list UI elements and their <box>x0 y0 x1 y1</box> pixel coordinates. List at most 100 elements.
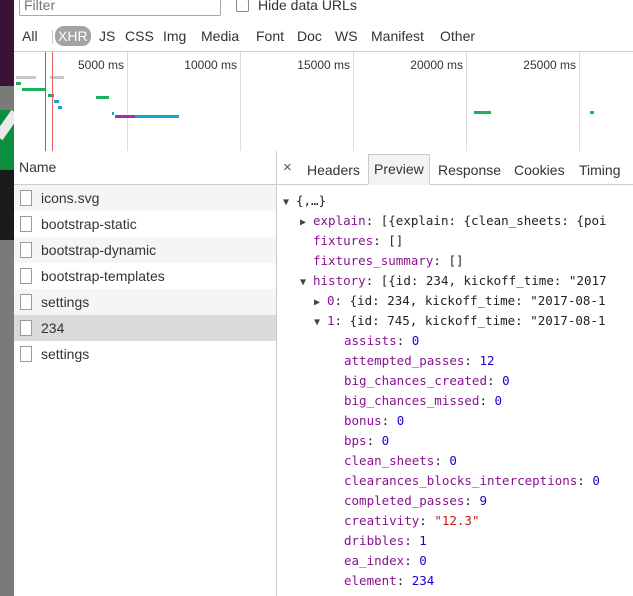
request-name: bootstrap-dynamic <box>41 242 157 258</box>
type-filter-ws[interactable]: WS <box>332 26 361 46</box>
type-filter-media[interactable]: Media <box>198 26 242 46</box>
timeline-tick-label: 10000 ms <box>184 58 237 72</box>
type-filter-divider <box>52 30 53 44</box>
file-icon <box>20 268 32 284</box>
type-filter-all[interactable]: All <box>19 26 41 46</box>
timeline-gridline <box>579 52 580 151</box>
timeline-bar <box>16 82 21 85</box>
json-field-value: 1 <box>419 533 427 548</box>
timeline-bar <box>112 112 114 115</box>
request-name: 234 <box>41 320 65 336</box>
collapsed-triangle-icon[interactable]: ▶ <box>314 293 327 313</box>
timeline-tick-label: 5000 ms <box>77 58 124 72</box>
json-field-row: completed_passes: 9 <box>344 493 488 508</box>
json-field-row: clearances_blocks_interceptions: 0 <box>344 473 600 488</box>
json-field-row: ea_index: 0 <box>344 553 427 568</box>
json-field-row: big_chances_missed: 0 <box>344 393 503 408</box>
json-field-value: "12.3" <box>434 513 480 528</box>
timeline-bar <box>135 115 179 118</box>
json-field-key: assists <box>344 333 397 348</box>
type-filter-other[interactable]: Other <box>437 26 478 46</box>
json-field-row: assists: 0 <box>344 333 420 348</box>
request-row[interactable]: icons.svg <box>14 185 276 211</box>
name-column-header[interactable]: Name <box>14 151 276 185</box>
timeline-tick-label: 25000 ms <box>523 58 576 72</box>
json-field-row: bonus: 0 <box>344 413 405 428</box>
json-field-value: 0 <box>592 473 600 488</box>
hide-data-urls-label: Hide data URLs <box>258 0 357 13</box>
json-field-value: 0 <box>411 333 420 348</box>
request-list: Name icons.svg bootstrap-static bootstra… <box>14 151 277 596</box>
filter-bar: Hide data URLs <box>14 0 633 18</box>
request-row[interactable]: settings <box>14 289 276 315</box>
json-root[interactable]: ▼ {,…} <box>283 191 326 211</box>
json-field-row: creativity: "12.3" <box>344 513 480 528</box>
tab-headers[interactable]: Headers <box>302 152 365 183</box>
request-row-selected[interactable]: 234 <box>14 315 276 341</box>
tab-timing[interactable]: Timing <box>574 152 626 183</box>
type-filter-manifest[interactable]: Manifest <box>368 26 427 46</box>
timeline-gridline <box>127 52 128 151</box>
json-field-value: 12 <box>479 353 495 368</box>
json-node-history[interactable]: ▼ history: [{id: 234, kickoff_time: "2017 <box>300 271 607 291</box>
json-field-key: big_chances_created <box>344 373 487 388</box>
collapsed-triangle-icon[interactable]: ▶ <box>300 213 313 233</box>
json-field-value: 0 <box>419 553 427 568</box>
json-field-key: clearances_blocks_interceptions <box>344 473 578 488</box>
json-node-history-0[interactable]: ▶ 0: {id: 234, kickoff_time: "2017-08-1 <box>314 291 605 311</box>
tab-cookies[interactable]: Cookies <box>509 152 570 183</box>
timeline-gridline <box>466 52 467 151</box>
timeline-bar <box>590 111 594 114</box>
type-filter-xhr[interactable]: XHR <box>55 26 91 46</box>
json-field-key: creativity <box>344 513 420 528</box>
timeline-bar <box>22 88 46 91</box>
expanded-triangle-icon[interactable]: ▼ <box>314 313 327 333</box>
json-field-key: dribbles <box>344 533 405 548</box>
request-row[interactable]: settings <box>14 341 276 367</box>
expanded-triangle-icon[interactable]: ▼ <box>300 273 313 293</box>
json-node-fixtures: fixtures: [] <box>313 233 404 248</box>
tab-response[interactable]: Response <box>433 152 506 183</box>
request-row[interactable]: bootstrap-templates <box>14 263 276 289</box>
json-node-explain[interactable]: ▶ explain: [{explain: {clean_sheets: {poi <box>300 211 607 231</box>
type-filter-img[interactable]: Img <box>160 26 189 46</box>
json-field-key: ea_index <box>344 553 405 568</box>
type-filter-js[interactable]: JS <box>96 26 118 46</box>
type-filter-css[interactable]: CSS <box>122 26 157 46</box>
request-name: bootstrap-templates <box>41 268 165 284</box>
network-overview-timeline[interactable]: 5000 ms 10000 ms 15000 ms 20000 ms 25000… <box>14 51 633 152</box>
dom-content-loaded-marker <box>45 52 46 151</box>
json-node-history-1[interactable]: ▼ 1: {id: 745, kickoff_time: "2017-08-1 <box>314 311 605 331</box>
expanded-triangle-icon[interactable]: ▼ <box>283 193 296 213</box>
request-detail-panel: × Headers Preview Response Cookies Timin… <box>277 151 633 596</box>
timeline-bar <box>54 100 59 103</box>
hide-data-urls-checkbox[interactable] <box>236 0 249 12</box>
type-filter-font[interactable]: Font <box>253 26 287 46</box>
request-row[interactable]: bootstrap-dynamic <box>14 237 276 263</box>
timeline-bar <box>48 94 54 97</box>
timeline-gridline <box>353 52 354 151</box>
json-preview: ▼ {,…} ▶ explain: [{explain: {clean_sheets… <box>277 185 633 596</box>
type-filter-doc[interactable]: Doc <box>294 26 325 46</box>
hide-data-urls-toggle[interactable]: Hide data URLs <box>236 0 357 14</box>
filter-input[interactable] <box>19 0 221 16</box>
json-field-key: bonus <box>344 413 382 428</box>
json-field-value: 9 <box>479 493 488 508</box>
request-name: bootstrap-static <box>41 216 137 232</box>
json-field-row: dribbles: 1 <box>344 533 427 548</box>
json-field-row: element: 234 <box>344 573 435 588</box>
close-icon[interactable]: × <box>283 159 292 176</box>
request-name: settings <box>41 294 90 310</box>
detail-tabs: × Headers Preview Response Cookies Timin… <box>277 151 633 185</box>
file-icon <box>20 294 32 310</box>
json-field-value: 0 <box>396 413 405 428</box>
tab-preview[interactable]: Preview <box>368 154 430 185</box>
request-row[interactable]: bootstrap-static <box>14 211 276 237</box>
json-field-key: element <box>344 573 397 588</box>
json-field-row: bps: 0 <box>344 433 390 448</box>
json-field-key: attempted_passes <box>344 353 465 368</box>
json-field-value: 0 <box>381 433 390 448</box>
json-field-key: completed_passes <box>344 493 465 508</box>
resource-type-filter: All XHR JS CSS Img Media Font Doc WS Man… <box>14 22 633 50</box>
json-field-key: big_chances_missed <box>344 393 480 408</box>
